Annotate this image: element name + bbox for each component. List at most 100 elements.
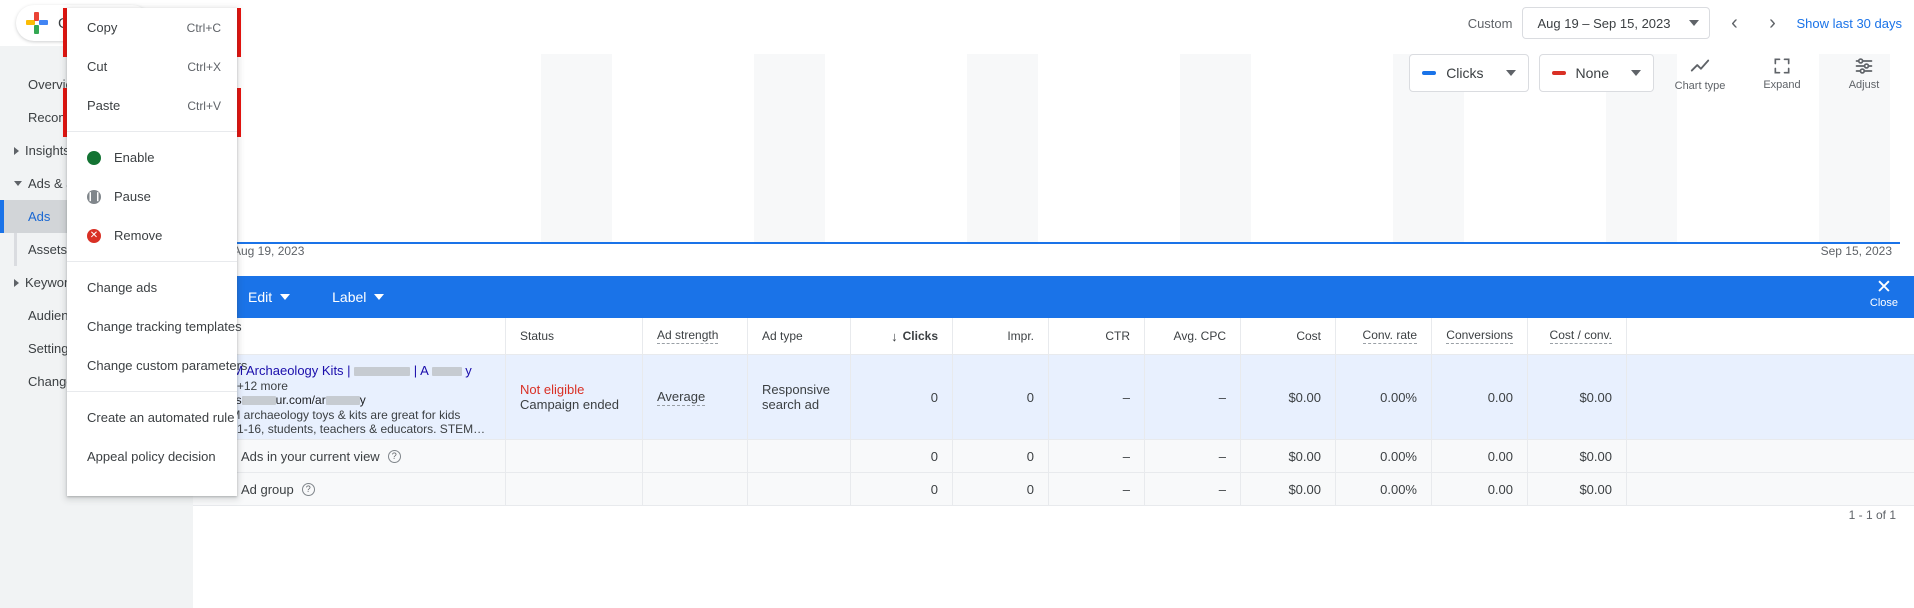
context-menu: Copy Ctrl+C Cut Ctrl+X Paste Ctrl+V Enab… [67,8,247,496]
totals-conv-rate: 0.00% [1336,473,1432,505]
column-header-ctr[interactable]: CTR [1049,318,1145,354]
date-range-label: Custom [1467,15,1513,31]
column-header-avg-cpc[interactable]: Avg. CPC [1145,318,1241,354]
value: 0 [930,481,938,497]
context-menu-item-copy[interactable]: Copy Ctrl+C [67,8,237,47]
context-menu-item-pause[interactable]: ❙❙ Pause [67,177,237,216]
column-label: Clicks [902,329,938,343]
totals-conversions: 0.00 [1432,440,1528,472]
impr-cell: 0 [953,355,1049,439]
menu-item-shortcut: Ctrl+C [186,20,221,35]
context-menu-item-change-custom-parameters[interactable]: Change custom parameters [67,346,247,385]
column-header-ad-strength[interactable]: Ad strength [643,318,748,354]
line-chart-icon [1689,55,1711,77]
expand-button[interactable]: Expand [1746,49,1818,97]
column-header-cost[interactable]: Cost [1241,318,1336,354]
context-menu-item-enable[interactable]: Enable [67,138,237,177]
date-range-select[interactable]: Aug 19 – Sep 15, 2023 [1522,7,1711,39]
value: $0.00 [1579,448,1612,464]
ad-type-value: Responsive search ad [762,382,830,412]
totals-cost: $0.00 [1241,440,1336,472]
context-menu-item-remove[interactable]: ✕ Remove [67,216,237,255]
ad-headline-3: y [465,363,472,378]
context-menu-item-appeal-policy-decision[interactable]: Appeal policy decision [67,437,237,476]
ad-strength-value: Average [657,388,706,406]
google-ads-ads-page: Google Ads Custom Aug 19 – Sep 15, 2023 … [0,0,1914,608]
metric-primary-selector[interactable]: Clicks [1409,54,1529,92]
column-header-impr[interactable]: Impr. [953,318,1049,354]
menu-item-shortcut: Ctrl+X [187,59,221,74]
status-badge: Not eligible [520,382,585,397]
totals-clicks: 0 [851,440,953,472]
chevron-left-icon[interactable]: ‹ [1720,9,1748,37]
column-header-conversions[interactable]: Conversions [1432,318,1528,354]
value: – [1218,448,1226,464]
column-header-cost-per-conv[interactable]: Cost / conv. [1528,318,1627,354]
clicks-cell: 0 [851,355,953,439]
label-label: Label [332,289,367,305]
context-menu-item-cut[interactable]: Cut Ctrl+X [67,47,237,86]
totals-strength-cell [643,473,748,505]
adjust-label: Adjust [1848,78,1880,91]
view-assets-details-link[interactable]: View assets details [207,437,491,440]
context-menu-item-paste[interactable]: Paste Ctrl+V [67,86,237,125]
totals-impr: 0 [953,473,1049,505]
sidebar-item-label: Ads [28,209,51,224]
sidebar-item-label: Assets [28,242,68,257]
column-header-ad-type[interactable]: Ad type [748,318,851,354]
redacted-text [325,396,360,406]
help-icon[interactable]: ? [387,449,401,463]
show-last-30-days-link[interactable]: Show last 30 days [1796,16,1902,31]
arrow-down-icon: ↓ [891,328,898,344]
cost-value: $0.00 [1288,389,1321,405]
adjust-button[interactable]: Adjust [1828,49,1900,97]
menu-item-label: Change custom parameters [87,358,248,373]
context-menu-item-create-automated-rule[interactable]: Create an automated rule [67,398,237,437]
date-range-value: Aug 19 – Sep 15, 2023 [1537,15,1671,31]
totals-label-cell: Total: Ads in your current view ? [193,440,506,472]
ctr-cell: – [1049,355,1145,439]
totals-strength-cell [643,440,748,472]
column-header-clicks[interactable]: ↓ Clicks [851,318,953,354]
conversions-cell: 0.00 [1432,355,1528,439]
table-row[interactable]: STEM Archaeology Kits | | A y oys +12 mo… [193,355,1914,440]
totals-ctr: – [1049,440,1145,472]
value: 0 [930,448,938,464]
conv-rate-cell: 0.00% [1336,355,1432,439]
column-header-status[interactable]: Status [506,318,643,354]
menu-item-label: Remove [114,228,163,243]
close-selection-button[interactable]: ✕ Close [1870,278,1898,309]
chevron-right-icon[interactable]: › [1758,9,1786,37]
column-label: Impr. [1007,329,1034,343]
conversions-value: 0.00 [1487,389,1513,405]
value: $0.00 [1579,481,1612,497]
chevron-right-icon [14,278,19,287]
value: $0.00 [1288,448,1321,464]
label-menu-button[interactable]: Label [332,289,385,305]
google-ads-logo-icon [26,12,48,34]
totals-conversions: 0.00 [1432,473,1528,505]
help-icon[interactable]: ? [301,482,315,496]
context-menu-item-change-ads[interactable]: Change ads [67,268,237,307]
close-icon: ✕ [1875,277,1892,298]
totals-label-cell: Total: Ad group ? [193,473,506,505]
totals-avg-cpc: – [1145,440,1241,472]
metric-primary-label: Clicks [1446,65,1484,81]
chart-type-button[interactable]: Chart type [1664,49,1736,97]
menu-item-label: Cut [87,59,108,74]
metric-secondary-selector[interactable]: None [1538,54,1654,92]
column-label: Avg. CPC [1173,329,1226,343]
chart-toolbar: Clicks None Chart type Expand Adjust [1409,46,1900,100]
context-menu-item-change-tracking-templates[interactable]: Change tracking templates [67,307,242,346]
avg-cpc-value: – [1218,389,1226,405]
edit-label: Edit [248,289,273,305]
column-header-conv-rate[interactable]: Conv. rate [1336,318,1432,354]
column-label: Ad strength [657,328,719,344]
menu-divider [67,131,237,132]
value: 0.00% [1380,448,1417,464]
edit-menu-button[interactable]: Edit [248,289,291,305]
date-range-controls: Custom Aug 19 – Sep 15, 2023 ‹ › Show la… [1468,0,1902,46]
metric-secondary-label: None [1575,65,1609,81]
selection-action-bar: Edit Label ✕ Close [193,276,1914,318]
chevron-down-icon [1689,20,1700,26]
